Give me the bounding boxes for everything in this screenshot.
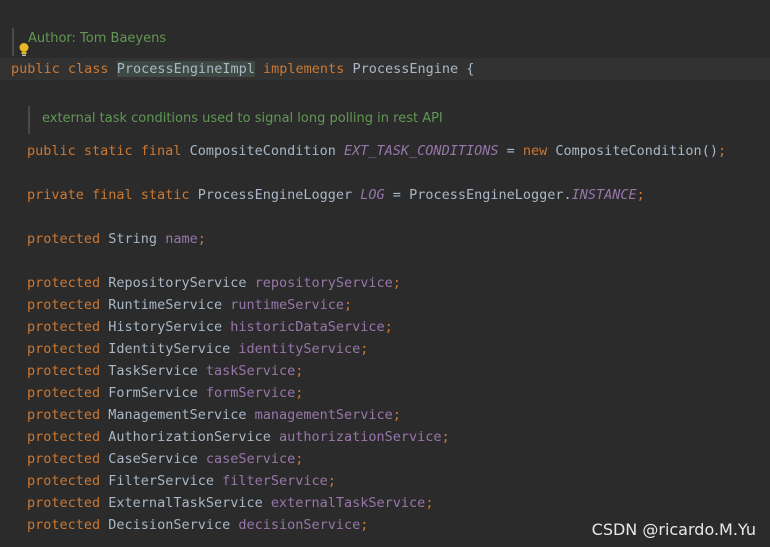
field-name: name bbox=[165, 231, 198, 247]
code-line-field[interactable]: protected RepositoryService repositorySe… bbox=[27, 272, 401, 294]
type-name: FilterService bbox=[108, 473, 214, 489]
type-name: CaseService bbox=[108, 451, 198, 467]
field-name: managementService bbox=[254, 407, 393, 423]
class-declaration-line[interactable]: public class ProcessEngineImpl implement… bbox=[11, 58, 474, 80]
code-line-field[interactable]: protected ExternalTaskService externalTa… bbox=[27, 492, 433, 514]
semicolon: ; bbox=[384, 319, 393, 335]
lightbulb-icon[interactable] bbox=[18, 42, 30, 58]
type-name: HistoryService bbox=[108, 319, 223, 335]
type-name: ManagementService bbox=[108, 407, 247, 423]
field-name: historicDataService bbox=[230, 319, 385, 335]
type-name: String bbox=[108, 231, 158, 247]
semicolon: ; bbox=[197, 231, 206, 247]
field-name: formService bbox=[205, 385, 296, 401]
code-line-name[interactable]: protected String name; bbox=[27, 228, 206, 250]
field-name: decisionService bbox=[238, 517, 361, 533]
interface-name[interactable]: ProcessEngine bbox=[352, 61, 458, 77]
semicolon: ; bbox=[295, 363, 304, 379]
field-name: externalTaskService bbox=[270, 495, 426, 511]
type-name: DecisionService bbox=[108, 517, 231, 533]
semicolon: ; bbox=[360, 517, 369, 533]
field-name: repositoryService bbox=[254, 275, 393, 291]
modifiers: public static final bbox=[27, 143, 182, 159]
author-doc-text: Author: Tom Baeyens bbox=[28, 31, 167, 46]
code-line-field[interactable]: protected FilterService filterService; bbox=[27, 470, 336, 492]
field-name: LOG bbox=[360, 187, 385, 203]
type-name: TaskService bbox=[108, 363, 198, 379]
semicolon: ; bbox=[441, 429, 450, 445]
field-name: taskService bbox=[205, 363, 296, 379]
semicolon: ; bbox=[295, 451, 304, 467]
type-name: FormService bbox=[108, 385, 198, 401]
type-name: ExternalTaskService bbox=[108, 495, 263, 511]
code-line-field[interactable]: protected TaskService taskService; bbox=[27, 360, 303, 382]
field-name: authorizationService bbox=[279, 429, 442, 445]
assign-op: = bbox=[498, 143, 523, 159]
type-name: AuthorizationService bbox=[108, 429, 271, 445]
initializer: CompositeCondition() bbox=[555, 143, 718, 159]
modifier: protected bbox=[27, 495, 101, 511]
modifier: protected bbox=[27, 341, 101, 357]
semicolon: ; bbox=[392, 407, 401, 423]
keyword-implements: implements bbox=[263, 61, 345, 77]
code-line-log[interactable]: private final static ProcessEngineLogger… bbox=[27, 184, 645, 206]
modifier: protected bbox=[27, 363, 101, 379]
type-name: RuntimeService bbox=[108, 297, 223, 313]
semicolon: ; bbox=[295, 385, 304, 401]
code-line-field[interactable]: protected CaseService caseService; bbox=[27, 448, 303, 470]
code-line-field[interactable]: protected HistoryService historicDataSer… bbox=[27, 316, 393, 338]
modifier: protected bbox=[27, 231, 101, 247]
initializer-field: INSTANCE bbox=[571, 187, 637, 203]
modifier: protected bbox=[27, 297, 101, 313]
code-line-ext-task-conditions[interactable]: public static final CompositeCondition E… bbox=[27, 140, 726, 162]
modifier: protected bbox=[27, 385, 101, 401]
semicolon: ; bbox=[360, 341, 369, 357]
field-name: filterService bbox=[222, 473, 328, 489]
code-line-field[interactable]: protected DecisionService decisionServic… bbox=[27, 514, 368, 536]
semicolon: ; bbox=[344, 297, 353, 313]
modifier: protected bbox=[27, 473, 101, 489]
modifiers: private final static bbox=[27, 187, 190, 203]
type-name: IdentityService bbox=[108, 341, 231, 357]
field-doc-text: external task conditions used to signal … bbox=[42, 111, 443, 126]
field-name: identityService bbox=[238, 341, 361, 357]
initializer-class: ProcessEngineLogger. bbox=[409, 187, 572, 203]
type-name: CompositeCondition bbox=[189, 143, 336, 159]
modifier: protected bbox=[27, 451, 101, 467]
keyword-new: new bbox=[522, 143, 548, 159]
field-name: caseService bbox=[205, 451, 296, 467]
code-line-field[interactable]: protected ManagementService managementSe… bbox=[27, 404, 401, 426]
open-brace: { bbox=[458, 61, 475, 77]
code-line-field[interactable]: protected IdentityService identityServic… bbox=[27, 338, 368, 360]
code-line-field[interactable]: protected AuthorizationService authoriza… bbox=[27, 426, 450, 448]
modifier: protected bbox=[27, 429, 101, 445]
code-line-field[interactable]: protected RuntimeService runtimeService; bbox=[27, 294, 352, 316]
author-doc-comment: Author: Tom Baeyens bbox=[12, 28, 166, 56]
assign-op: = bbox=[384, 187, 410, 203]
code-line-field[interactable]: protected FormService formService; bbox=[27, 382, 303, 404]
semicolon: ; bbox=[636, 187, 645, 203]
semicolon: ; bbox=[392, 275, 401, 291]
type-name: ProcessEngineLogger bbox=[197, 187, 353, 203]
class-name[interactable]: ProcessEngineImpl bbox=[116, 61, 255, 77]
semicolon: ; bbox=[327, 473, 336, 489]
semicolon: ; bbox=[425, 495, 434, 511]
field-name: runtimeService bbox=[230, 297, 345, 313]
keyword-class: class bbox=[67, 61, 109, 77]
field-doc-comment: external task conditions used to signal … bbox=[28, 106, 443, 134]
keyword-public: public bbox=[11, 61, 60, 77]
modifier: protected bbox=[27, 407, 101, 423]
field-name: EXT_TASK_CONDITIONS bbox=[344, 143, 499, 159]
type-name: RepositoryService bbox=[108, 275, 247, 291]
modifier: protected bbox=[27, 275, 101, 291]
watermark: CSDN @ricardo.M.Yu bbox=[591, 520, 756, 539]
modifier: protected bbox=[27, 319, 101, 335]
semicolon: ; bbox=[717, 143, 727, 159]
modifier: protected bbox=[27, 517, 101, 533]
